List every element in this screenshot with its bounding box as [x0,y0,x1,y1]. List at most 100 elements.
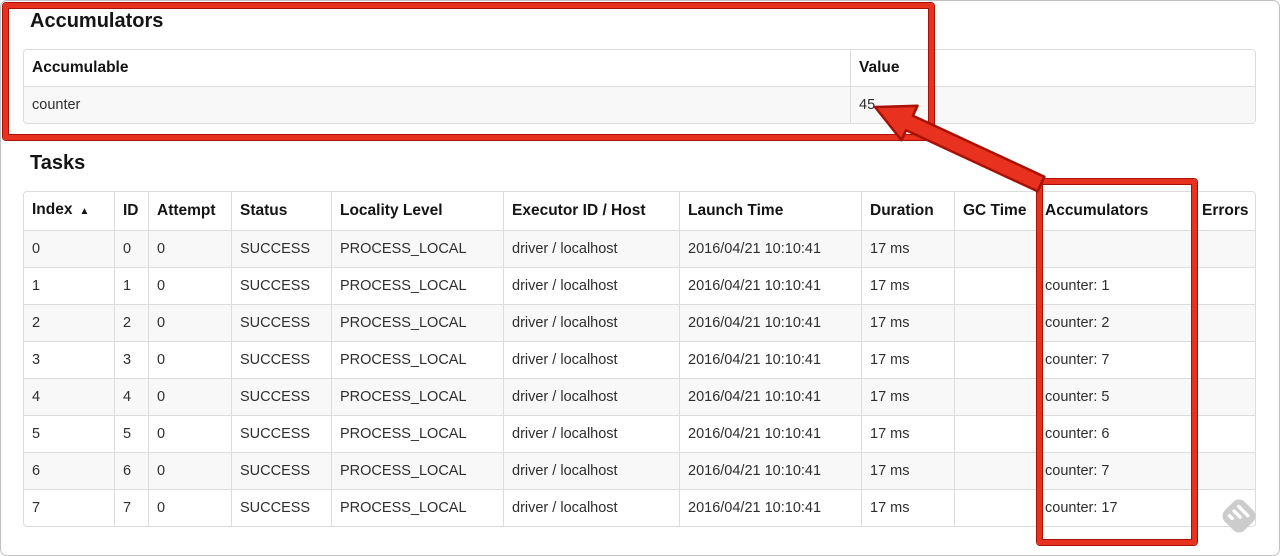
table-cell: 1 [115,267,149,304]
table-cell: driver / localhost [504,304,680,341]
table-cell: 17 ms [862,231,955,267]
table-cell [955,378,1037,415]
table-cell: 17 ms [862,378,955,415]
table-row: 7 7 0 SUCCESS PROCESS_LOCAL driver / localhos… [24,489,1255,526]
table-cell: 0 [149,452,232,489]
table-cell [955,341,1037,378]
table-cell: 17 ms [862,415,955,452]
table-cell [1194,341,1255,378]
column-header-errors[interactable]: Errors [1194,192,1255,231]
column-header-launch-time[interactable]: Launch Time [680,192,862,231]
table-cell: 3 [115,341,149,378]
column-header-gc-time[interactable]: GC Time [955,192,1037,231]
table-cell: counter [24,87,851,123]
table-cell [1194,415,1255,452]
table-cell: 4 [24,378,115,415]
column-header-label: Index [32,201,73,218]
table-cell: 17 ms [862,341,955,378]
column-header-id[interactable]: ID [115,192,149,231]
table-cell [955,452,1037,489]
table-cell: 5 [115,415,149,452]
column-header-index[interactable]: Index ▲ [24,192,115,231]
table-cell: 0 [149,415,232,452]
table-cell [1194,231,1255,267]
table-cell: 2016/04/21 10:10:41 [680,415,862,452]
accumulators-table: Accumulable Value counter 45 [23,49,1256,124]
table-cell [1194,452,1255,489]
table-cell: 2016/04/21 10:10:41 [680,304,862,341]
table-cell: 1 [24,267,115,304]
table-cell: 3 [24,341,115,378]
table-cell [955,304,1037,341]
table-cell: SUCCESS [232,231,332,267]
table-cell [1194,489,1255,526]
table-cell: PROCESS_LOCAL [332,378,504,415]
table-header-row: Index ▲ ID Attempt Status Locality Level … [24,192,1255,231]
table-cell [955,415,1037,452]
table-cell: 2016/04/21 10:10:41 [680,489,862,526]
table-cell: counter: 5 [1037,378,1194,415]
table-cell: PROCESS_LOCAL [332,452,504,489]
table-cell [955,231,1037,267]
table-cell: PROCESS_LOCAL [332,415,504,452]
table-cell: 17 ms [862,267,955,304]
column-header-attempt[interactable]: Attempt [149,192,232,231]
accumulators-section-heading: Accumulators [30,10,164,32]
table-cell: 0 [149,304,232,341]
table-cell: SUCCESS [232,341,332,378]
table-cell: 5 [24,415,115,452]
column-header-status[interactable]: Status [232,192,332,231]
table-cell: counter: 7 [1037,341,1194,378]
table-cell [955,489,1037,526]
table-cell: 2016/04/21 10:10:41 [680,341,862,378]
table-cell [1037,231,1194,267]
table-cell: 2016/04/21 10:10:41 [680,267,862,304]
column-header-duration[interactable]: Duration [862,192,955,231]
table-cell: driver / localhost [504,415,680,452]
table-row: 5 5 0 SUCCESS PROCESS_LOCAL driver / localhos… [24,415,1255,452]
table-row: 0 0 0 SUCCESS PROCESS_LOCAL driver / localhos… [24,231,1255,267]
table-cell: 0 [24,231,115,267]
table-header-row: Accumulable Value [24,50,1255,87]
table-cell: 0 [115,231,149,267]
table-cell: counter: 2 [1037,304,1194,341]
table-row: 6 6 0 SUCCESS PROCESS_LOCAL driver / localhos… [24,452,1255,489]
table-cell: driver / localhost [504,231,680,267]
table-cell: 17 ms [862,489,955,526]
table-cell [1194,267,1255,304]
table-cell: SUCCESS [232,452,332,489]
table-cell: 0 [149,267,232,304]
column-header-accumulators[interactable]: Accumulators [1037,192,1194,231]
column-header-accumulable[interactable]: Accumulable [24,50,851,87]
table-row: 2 2 0 SUCCESS PROCESS_LOCAL driver / localhos… [24,304,1255,341]
table-row: 1 1 0 SUCCESS PROCESS_LOCAL driver / localhos… [24,267,1255,304]
table-cell [1194,304,1255,341]
table-cell: 0 [149,341,232,378]
table-cell: 2 [24,304,115,341]
table-cell: driver / localhost [504,452,680,489]
table-cell [1194,378,1255,415]
table-cell: SUCCESS [232,489,332,526]
table-row: 3 3 0 SUCCESS PROCESS_LOCAL driver / localhos… [24,341,1255,378]
table-cell: driver / localhost [504,341,680,378]
table-cell: PROCESS_LOCAL [332,267,504,304]
table-cell: 0 [149,231,232,267]
tasks-section-heading: Tasks [30,152,86,174]
table-row: counter 45 [24,87,1255,123]
table-cell: driver / localhost [504,489,680,526]
table-cell: SUCCESS [232,378,332,415]
tasks-tbody: 0 0 0 SUCCESS PROCESS_LOCAL driver / localhos… [24,231,1255,526]
table-cell: 17 ms [862,452,955,489]
column-header-value[interactable]: Value [851,50,1255,87]
column-header-executor-id-host[interactable]: Executor ID / Host [504,192,680,231]
column-header-locality-level[interactable]: Locality Level [332,192,504,231]
table-cell: 45 [859,97,876,113]
table-cell: counter: 7 [1037,452,1194,489]
table-cell: 2016/04/21 10:10:41 [680,378,862,415]
accumulators-tbody: counter 45 [24,87,1255,123]
table-cell: 6 [24,452,115,489]
table-cell: PROCESS_LOCAL [332,304,504,341]
spark-ui-page: Accumulators Accumulable Value counter 45… [0,0,1280,556]
table-cell: 6 [115,452,149,489]
table-cell: 4 [115,378,149,415]
